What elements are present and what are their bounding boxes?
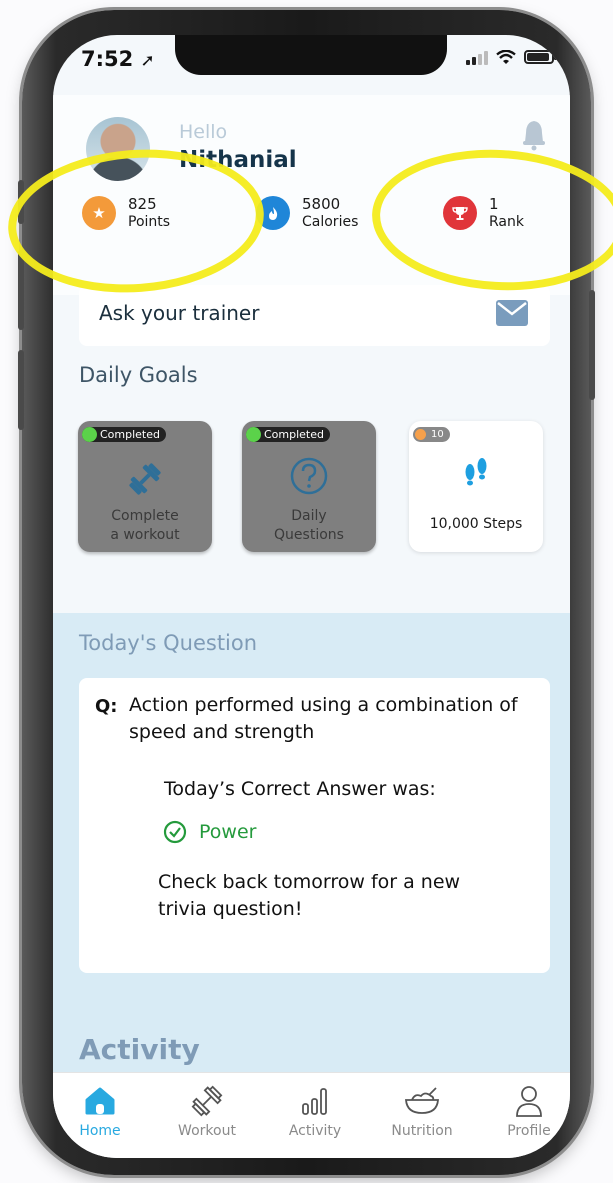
ask-trainer-card[interactable]: Ask your trainer	[79, 285, 550, 346]
greeting-hello: Hello	[179, 121, 228, 143]
question-text: Action performed using a combination of …	[129, 694, 518, 743]
wifi-icon	[496, 49, 516, 64]
tab-profile[interactable]: Profile	[484, 1083, 570, 1139]
answer-text: Power	[199, 821, 257, 843]
goal-card-steps[interactable]: 10 10,000 Steps	[409, 421, 543, 552]
status-bar: 7:52 ➚	[81, 47, 155, 71]
activity-title: Activity	[79, 1033, 200, 1066]
question-label: Q:	[95, 696, 118, 717]
stat-calories: 5800 Calories	[256, 195, 358, 231]
footsteps-icon	[465, 458, 487, 486]
correct-answer: Power	[163, 820, 256, 844]
signal-icon	[466, 49, 488, 65]
status-icons	[466, 49, 557, 65]
followup-text: Check back tomorrow for a new trivia que…	[158, 871, 461, 920]
dumbbell-icon	[129, 463, 161, 495]
person-icon	[516, 1086, 542, 1117]
tab-label: Nutrition	[391, 1123, 453, 1139]
tab-label: Workout	[178, 1123, 236, 1139]
dumbbell-icon	[191, 1085, 223, 1117]
status-time: 7:52	[81, 47, 134, 71]
tab-bar: Home Workout Activity Nutrition Profile	[53, 1072, 570, 1158]
notch	[175, 35, 447, 75]
volume-down-button	[18, 350, 24, 430]
tab-label: Home	[79, 1123, 121, 1139]
ask-trainer-label: Ask your trainer	[99, 301, 260, 325]
calories-label: Calories	[302, 214, 359, 230]
todays-question-title: Today's Question	[79, 631, 258, 655]
completed-badge: Completed	[82, 427, 166, 442]
battery-icon	[524, 50, 557, 64]
goal-card-questions[interactable]: Completed Daily Questions	[242, 421, 376, 552]
calories-value: 5800	[302, 195, 341, 213]
location-arrow-icon: ➚	[140, 51, 155, 71]
bar-chart-icon	[302, 1088, 327, 1115]
volume-up-button	[18, 250, 24, 330]
question-card: Q: Action performed using a combination …	[79, 678, 550, 973]
tab-workout[interactable]: Workout	[162, 1083, 252, 1139]
daily-goals-title: Daily Goals	[79, 363, 198, 387]
goal-label: 10,000 Steps	[429, 516, 523, 532]
power-button	[589, 290, 595, 400]
tab-label: Activity	[288, 1123, 342, 1139]
goal-card-workout[interactable]: Completed Complete a workout	[78, 421, 212, 552]
tab-activity[interactable]: Activity	[270, 1083, 360, 1139]
home-icon	[85, 1087, 115, 1115]
tab-home[interactable]: Home	[55, 1083, 145, 1139]
bell-icon[interactable]	[520, 119, 548, 151]
bowl-icon	[405, 1087, 439, 1114]
check-circle-icon	[163, 820, 187, 844]
points-badge: 10	[413, 427, 450, 442]
tab-label: Profile	[507, 1123, 551, 1139]
goal-label: Complete a workout	[110, 508, 180, 543]
mail-icon[interactable]	[496, 300, 528, 326]
tab-nutrition[interactable]: Nutrition	[377, 1083, 467, 1139]
completed-badge: Completed	[246, 427, 330, 442]
question-icon	[290, 457, 328, 495]
goal-label: Daily Questions	[274, 508, 344, 543]
answer-heading: Today’s Correct Answer was:	[164, 778, 436, 800]
